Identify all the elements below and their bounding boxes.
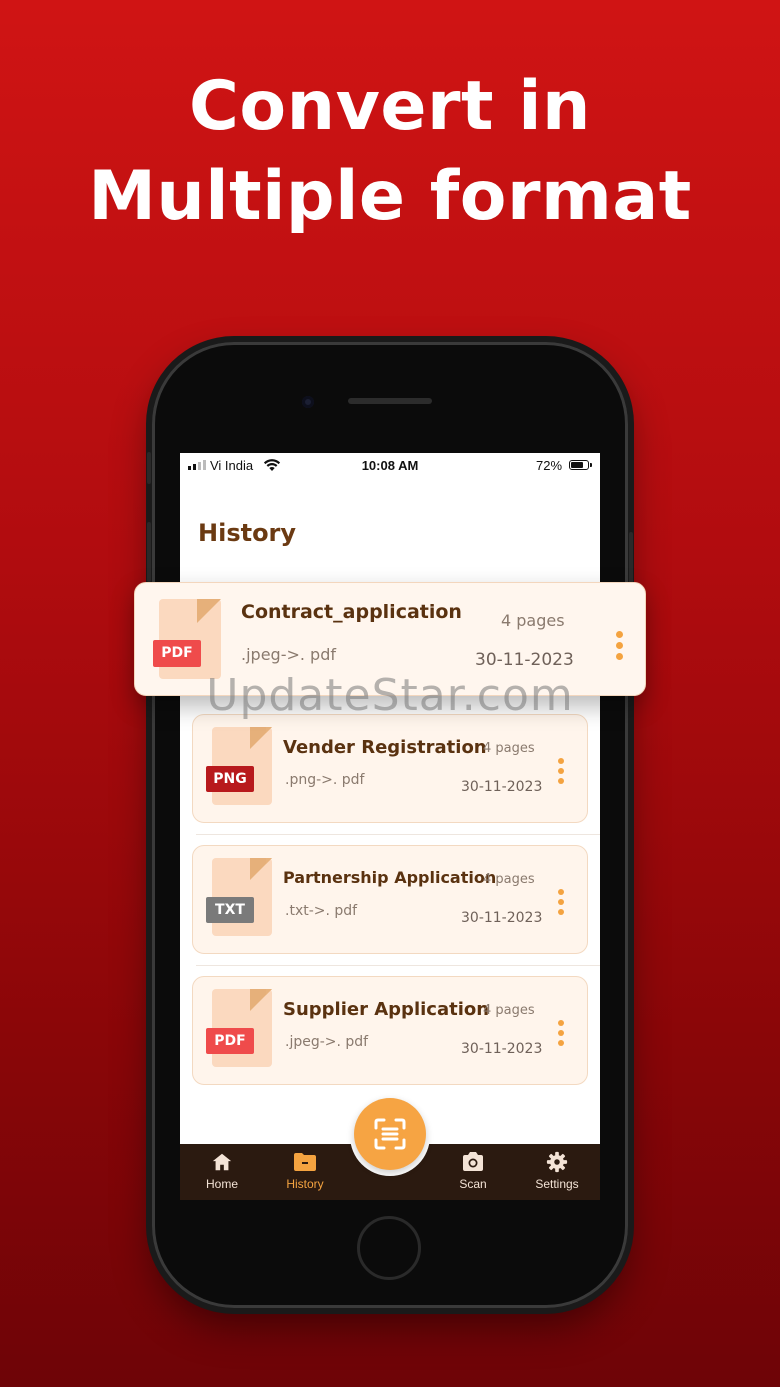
home-hardware-button[interactable] [357,1216,421,1280]
divider [196,834,600,835]
page-count: 4 pages [483,1003,535,1018]
headline-line-2: Multiple format [88,157,692,236]
tab-scan-label: Scan [459,1177,487,1191]
conversion-info: .png->. pdf [285,772,365,788]
scan-fab-button[interactable] [354,1098,426,1170]
page-count: 4 pages [483,741,535,756]
page-count: 4 pages [483,872,535,887]
tab-home[interactable]: Home [182,1151,262,1191]
format-badge: TXT [206,897,254,923]
history-item-supplier-application[interactable]: PDF Supplier Application 4 pages .jpeg->… [192,976,588,1085]
tab-history-label: History [286,1177,324,1191]
watermark-text: UpdateStar.com [206,670,574,721]
volume-up-button [147,522,151,582]
scan-frame-icon [374,1118,406,1150]
headline-line-1: Convert in [189,67,591,146]
more-options-icon[interactable] [558,758,564,784]
history-item-vender-registration[interactable]: PNG Vender Registration 4 pages .png->. … [192,714,588,823]
headline: Convert in Multiple format [0,62,780,242]
conversion-info: .txt->. pdf [285,903,358,919]
gear-icon [546,1151,568,1173]
format-badge: PDF [153,640,201,667]
tab-history[interactable]: History [265,1151,345,1191]
page-count: 4 pages [501,611,565,630]
conversion-date: 30-11-2023 [461,910,543,926]
tab-settings-label: Settings [535,1177,579,1191]
conversion-date: 30-11-2023 [461,1041,543,1057]
status-bar: Vi India 10:08 AM 72% [180,453,600,479]
more-options-icon[interactable] [558,889,564,915]
document-icon [159,599,221,679]
front-camera [302,396,314,408]
file-name: Partnership Application [283,868,497,887]
conversion-date: 30-11-2023 [475,650,574,670]
tab-scan[interactable]: Scan [433,1151,513,1191]
more-options-icon[interactable] [558,1020,564,1046]
history-item-partnership-application[interactable]: TXT Partnership Application 4 pages .txt… [192,845,588,954]
file-name: Supplier Application [283,999,490,1020]
conversion-info: .jpeg->. pdf [241,645,336,664]
conversion-date: 30-11-2023 [461,779,543,795]
divider [196,965,600,966]
camera-icon [463,1152,483,1171]
mute-switch [147,452,151,484]
app-screen: Vi India 10:08 AM 72% History PNG Vender… [180,453,600,1200]
more-options-icon[interactable] [616,631,623,660]
folder-icon [294,1153,316,1171]
format-badge: PDF [206,1028,254,1054]
conversion-info: .jpeg->. pdf [285,1034,369,1050]
earpiece-speaker [348,398,432,404]
tab-settings[interactable]: Settings [517,1151,597,1191]
file-name: Contract_application [241,601,462,623]
battery-percent: 72% [536,458,563,473]
tab-home-label: Home [205,1177,238,1191]
format-badge: PNG [206,766,254,792]
battery-icon [569,460,592,470]
file-name: Vender Registration [283,737,487,758]
house-icon [212,1153,232,1171]
page-title: History [198,519,297,547]
